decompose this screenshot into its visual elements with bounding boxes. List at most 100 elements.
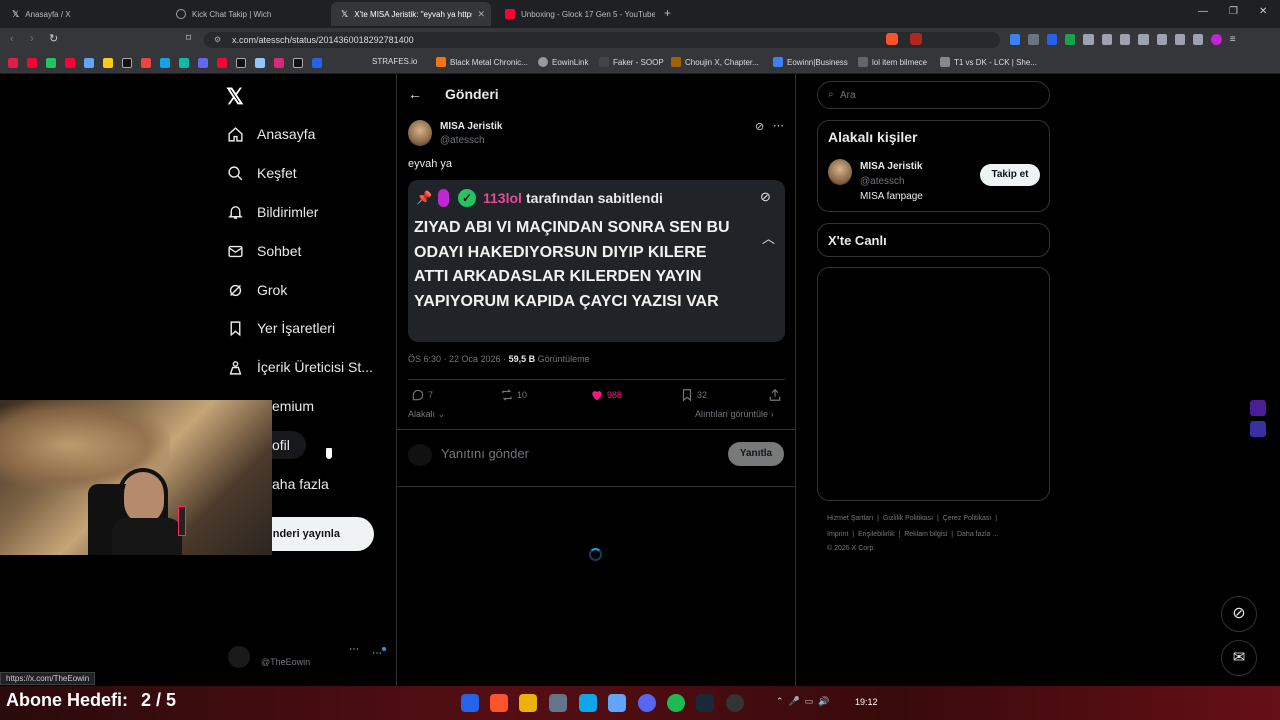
more-icon[interactable]: ⋯ — [349, 644, 359, 655]
extension-side-icon[interactable] — [1250, 400, 1266, 416]
footer-link[interactable]: Gizlilik Politikası — [883, 515, 933, 522]
x-logo-icon[interactable]: 𝕏 — [226, 84, 244, 110]
footer-link[interactable]: Imprint — [827, 531, 848, 538]
discord-icon[interactable] — [638, 694, 656, 712]
nav-explore[interactable]: Keşfet — [227, 159, 297, 187]
nav-profile[interactable]: ofil — [272, 431, 290, 459]
app-icon[interactable] — [608, 694, 626, 712]
bookmark-icon[interactable] — [274, 58, 284, 68]
footer-link[interactable]: Çerez Politikası — [943, 515, 992, 522]
translate-side-icon[interactable] — [1250, 421, 1266, 437]
grok-icon[interactable]: ⊘ — [755, 120, 764, 133]
eye-off-icon[interactable]: ⊘ — [760, 189, 771, 205]
bookmark-icon[interactable] — [141, 58, 151, 68]
bookmark-icon[interactable] — [65, 58, 75, 68]
bookmark-item[interactable]: Black Metal Chronic... — [436, 57, 528, 67]
minimize-icon[interactable]: — — [1198, 6, 1208, 17]
person-name[interactable]: MISA Jeristik — [860, 161, 922, 172]
bookmark-action[interactable]: 32 — [680, 388, 707, 402]
nav-messages[interactable]: Sohbet — [227, 237, 301, 265]
search-box[interactable]: ⌕ Ara — [817, 81, 1050, 109]
site-info-icon[interactable]: ⚙ — [214, 32, 221, 48]
extension-icon[interactable] — [1064, 34, 1076, 45]
messages-floating-icon[interactable]: ✉ — [1221, 640, 1257, 676]
grok-floating-icon[interactable]: ⊘ — [1221, 596, 1257, 632]
author-avatar[interactable] — [408, 120, 432, 146]
extension-icon[interactable] — [1046, 34, 1057, 45]
browser-tab-3[interactable]: 𝕏 X'te MISA Jeristik: "eyvah ya https: ✕ — [331, 2, 491, 26]
author-handle[interactable]: @atessch — [440, 135, 485, 146]
brave-rewards-icon[interactable] — [910, 33, 922, 45]
bookmark-item[interactable]: Eowinn|Business — [773, 57, 848, 67]
follow-button[interactable]: Takip et — [980, 164, 1040, 186]
bookmark-item[interactable]: lol item bilmece — [858, 57, 927, 67]
footer-link[interactable]: Erişilebilirlik — [858, 531, 895, 538]
bookmark-icon[interactable] — [293, 58, 303, 68]
like-action[interactable]: 988 — [590, 388, 622, 402]
profile-icon[interactable] — [1211, 34, 1222, 45]
view-quotes-link[interactable]: Alıntıları görüntüle › — [695, 409, 774, 419]
bookmark-item[interactable]: Choujin X, Chapter... — [671, 57, 759, 67]
forward-icon[interactable]: › — [30, 33, 34, 45]
app-icon[interactable] — [549, 694, 567, 712]
extension-icon[interactable] — [1083, 34, 1094, 45]
back-arrow-icon[interactable]: ← — [408, 86, 422, 102]
bookmark-icon[interactable] — [236, 58, 246, 68]
steam-icon[interactable] — [696, 694, 714, 712]
new-tab-icon[interactable]: + — [664, 6, 671, 20]
reply-button[interactable]: Yanıtla — [728, 442, 784, 466]
brave-browser-icon[interactable] — [490, 694, 508, 712]
repost-action[interactable]: 10 — [500, 388, 527, 402]
url-field[interactable]: ⚙ x.com/atessch/status/20143600182927814… — [204, 32, 1000, 48]
more-icon[interactable]: ⋯ — [372, 648, 382, 659]
close-tab-icon[interactable]: ✕ — [477, 9, 485, 20]
nav-more[interactable]: aha fazla — [272, 470, 329, 498]
windows-start-icon[interactable] — [461, 694, 479, 712]
browser-tab-1[interactable]: 𝕏 Anasayfa / X — [2, 3, 162, 25]
bookmark-icon[interactable] — [46, 58, 56, 68]
bookmark-item[interactable]: Faker - SOOP — [599, 57, 664, 67]
browser-tab-2[interactable]: Kick Chat Takip | Wich — [166, 3, 328, 25]
bookmark-icon[interactable] — [217, 58, 227, 68]
extension-icon[interactable] — [1119, 34, 1131, 45]
more-options-icon[interactable]: ⋯ — [773, 119, 784, 132]
nav-grok[interactable]: Grok — [227, 276, 287, 304]
file-explorer-icon[interactable] — [519, 694, 537, 712]
bookmark-item[interactable]: T1 vs DK - LCK | She... — [940, 57, 1037, 67]
footer-link[interactable]: Daha fazla ... — [957, 531, 998, 538]
author-name[interactable]: MISA Jeristik — [440, 121, 502, 132]
footer-link[interactable]: Hizmet Şartları — [827, 515, 873, 522]
share-action[interactable] — [768, 388, 785, 402]
bookmark-icon[interactable] — [255, 58, 265, 68]
spotify-icon[interactable] — [667, 694, 685, 712]
footer-link[interactable]: Reklam bilgisi — [904, 531, 947, 538]
chevron-up-icon[interactable]: ︿ — [762, 228, 775, 247]
extension-icon[interactable] — [1174, 34, 1186, 45]
obs-icon[interactable] — [726, 694, 744, 712]
nav-premium[interactable]: emium — [272, 392, 314, 420]
bookmark-icon[interactable] — [198, 58, 208, 68]
app-icon[interactable] — [579, 694, 597, 712]
reply-input[interactable]: Yanıtını gönder — [441, 446, 529, 461]
reply-action[interactable]: 7 — [411, 388, 433, 402]
extension-icon[interactable] — [1193, 34, 1204, 45]
reload-icon[interactable]: ↻ — [49, 32, 58, 45]
bookmark-icon[interactable] — [179, 58, 189, 68]
extension-icon[interactable] — [1138, 34, 1149, 45]
back-icon[interactable]: ‹ — [10, 33, 14, 45]
bookmark-item[interactable]: EowinLink — [538, 57, 588, 67]
bookmark-icon[interactable] — [103, 58, 113, 68]
bookmark-item[interactable]: STRAFES.io — [372, 57, 417, 66]
browser-tab-4[interactable]: Unboxing - Glock 17 Gen 5 - YouTube — [495, 3, 655, 25]
nav-home[interactable]: Anasayfa — [227, 120, 315, 148]
extension-icon[interactable] — [1156, 34, 1167, 45]
person-handle[interactable]: @atessch — [860, 176, 905, 187]
nav-notifications[interactable]: Bildirimler — [227, 198, 318, 226]
avatar[interactable] — [828, 159, 852, 185]
extension-icon[interactable] — [1028, 34, 1039, 45]
extension-icon[interactable] — [1101, 34, 1112, 45]
nav-bookmarks[interactable]: Yer İşaretleri — [227, 314, 335, 342]
restore-icon[interactable]: ❐ — [1229, 6, 1238, 17]
bookmark-icon[interactable] — [84, 58, 94, 68]
sort-relevant-dropdown[interactable]: Alakalı ⌄ — [408, 409, 445, 420]
